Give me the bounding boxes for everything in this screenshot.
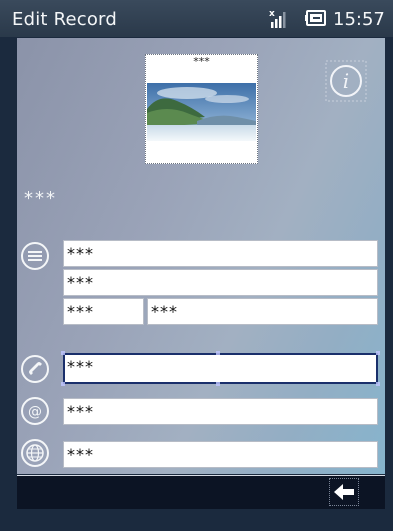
svg-text:i: i bbox=[343, 69, 349, 93]
address-list-icon[interactable] bbox=[20, 241, 50, 271]
landscape-image bbox=[147, 83, 256, 141]
phone-icon[interactable] bbox=[20, 354, 50, 384]
at-sign-icon[interactable]: @ bbox=[20, 396, 50, 426]
focus-handle bbox=[376, 382, 380, 386]
focus-handle bbox=[61, 351, 65, 355]
clock-time: 15:57 bbox=[333, 9, 385, 30]
globe-icon[interactable] bbox=[20, 438, 50, 468]
svg-text:@: @ bbox=[28, 404, 42, 420]
focus-handle bbox=[216, 382, 220, 386]
address-city-field[interactable]: *** bbox=[63, 298, 144, 325]
photo-caption: *** bbox=[193, 55, 210, 68]
contact-photo[interactable]: *** bbox=[145, 54, 258, 164]
bottom-command-bar bbox=[17, 475, 385, 509]
back-button[interactable] bbox=[329, 478, 359, 506]
phone-field[interactable]: *** bbox=[63, 353, 378, 384]
address-line2-field[interactable]: *** bbox=[63, 269, 378, 296]
web-field[interactable]: *** bbox=[63, 441, 378, 468]
back-arrow-icon bbox=[334, 484, 354, 500]
edit-record-form: *** i *** *** *** *** *** *** @ *** *** bbox=[17, 38, 385, 474]
title-bar: Edit Record x 15:57 bbox=[0, 0, 393, 37]
window-title: Edit Record bbox=[12, 9, 117, 30]
email-field[interactable]: *** bbox=[63, 398, 378, 425]
svg-text:x: x bbox=[269, 9, 275, 19]
focus-handle bbox=[216, 351, 220, 355]
screen-bottom bbox=[0, 509, 393, 531]
record-name-label: *** bbox=[24, 188, 57, 209]
address-line1-field[interactable]: *** bbox=[63, 240, 378, 267]
address-zip-field[interactable]: *** bbox=[147, 298, 378, 325]
signal-strength-icon: x bbox=[269, 9, 286, 28]
focus-handle bbox=[61, 382, 65, 386]
focus-handle bbox=[376, 351, 380, 355]
battery-charging-icon bbox=[305, 10, 326, 26]
info-icon[interactable]: i bbox=[325, 60, 367, 102]
